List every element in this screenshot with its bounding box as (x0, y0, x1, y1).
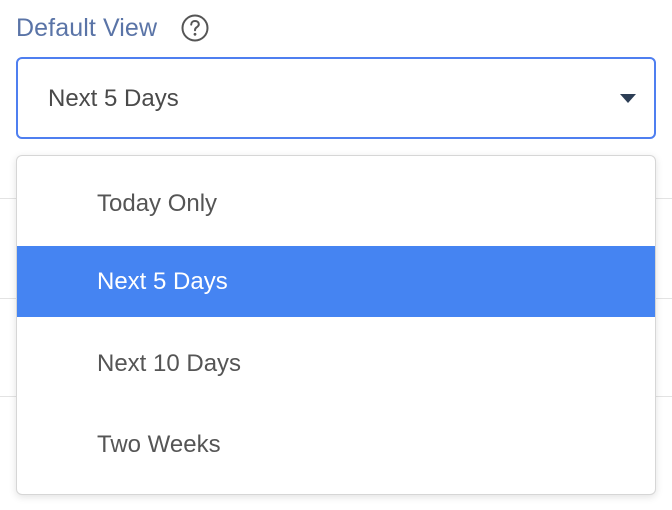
option-today-only[interactable]: Today Only (17, 168, 655, 239)
selected-value: Next 5 Days (48, 85, 179, 112)
caret-down-icon (620, 94, 636, 103)
field-label-row: Default View (16, 8, 211, 48)
option-next-10-days[interactable]: Next 10 Days (17, 328, 655, 399)
background-divider (0, 298, 16, 299)
background-divider (656, 396, 672, 397)
question-circle-icon[interactable] (179, 12, 211, 44)
default-view-select[interactable]: Next 5 Days (16, 57, 656, 139)
field-label: Default View (16, 13, 158, 42)
option-two-weeks[interactable]: Two Weeks (17, 409, 655, 480)
background-divider (0, 198, 16, 199)
background-divider (656, 298, 672, 299)
background-divider (656, 198, 672, 199)
option-next-5-days[interactable]: Next 5 Days (17, 246, 655, 317)
dropdown-menu: Today Only Next 5 Days Next 10 Days Two … (16, 155, 656, 495)
background-divider (0, 396, 16, 397)
